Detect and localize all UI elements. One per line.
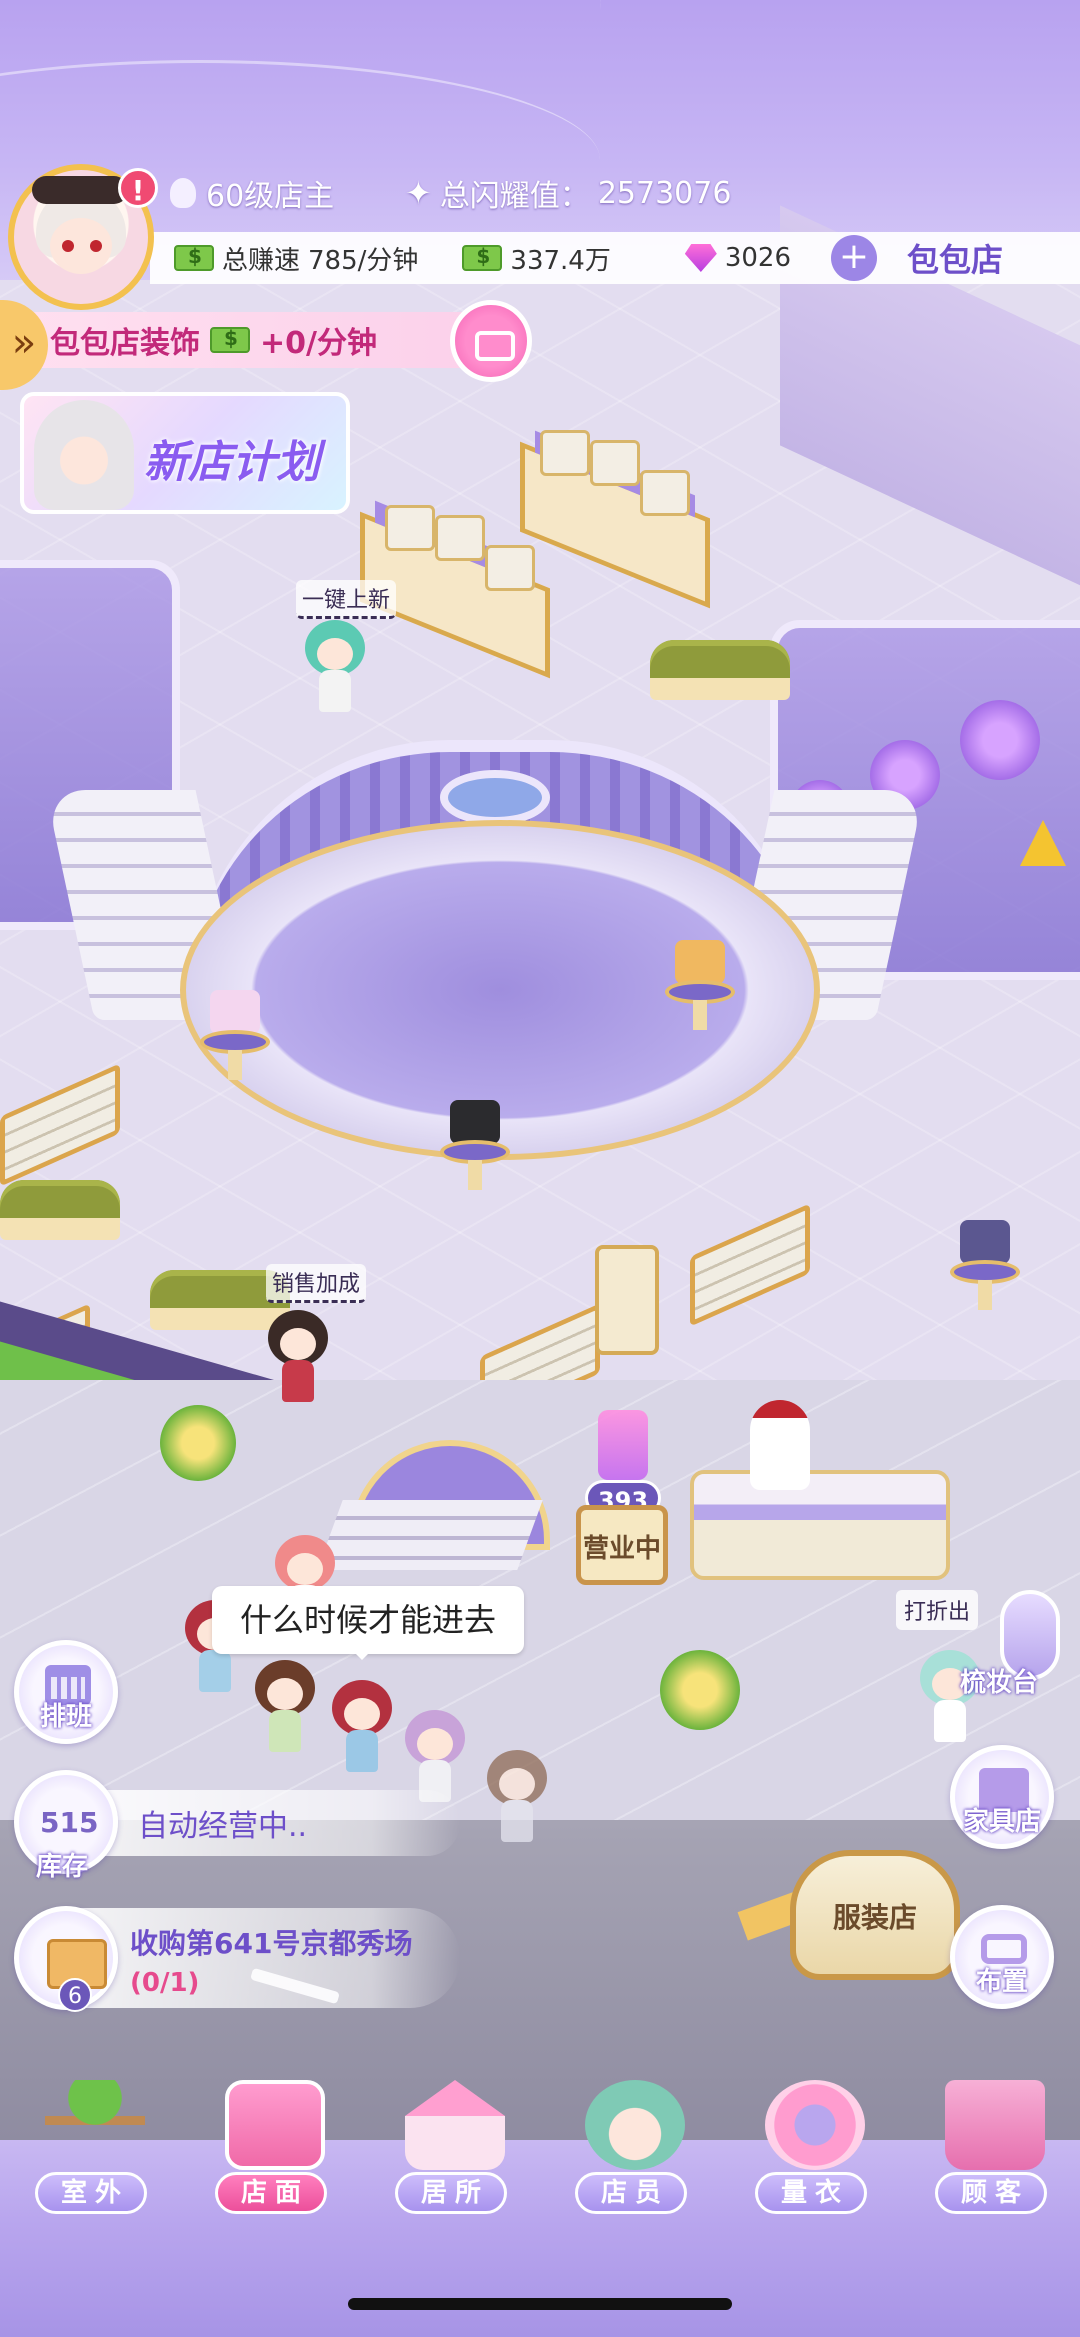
decoration-bonus: +0/分钟 [260, 326, 377, 361]
player-level: 60级店主 [170, 170, 334, 216]
bag-item [210, 990, 260, 1034]
bag-pedestal[interactable] [200, 990, 270, 1080]
new-shop-plan-banner[interactable]: 新店计划 [20, 392, 350, 514]
cash-icon [174, 244, 214, 271]
discount-label[interactable]: 打折出 [896, 1590, 979, 1630]
nav-staff-label: 店员 [575, 2172, 687, 2214]
fashion-store-sign[interactable]: 服装店 [790, 1850, 960, 1980]
nav-customers[interactable]: 顾客 [920, 2080, 1070, 2220]
bag-pedestal[interactable] [665, 940, 735, 1030]
restock-label[interactable]: 一键上新 [296, 580, 397, 619]
queue-icon [598, 1410, 648, 1480]
decoration-label: 包包店装饰 [50, 326, 200, 361]
arrange-label: 布置 [975, 1967, 1028, 1997]
checkout-counter[interactable] [690, 1470, 950, 1580]
decorate-sofa-button[interactable] [450, 300, 532, 382]
entrance-steps [317, 1500, 543, 1570]
bag-item [960, 1220, 1010, 1264]
acquire-progress: (0/1) [130, 1968, 200, 1998]
house-icon [405, 2080, 505, 2170]
nav-outdoor-label: 室外 [35, 2172, 147, 2214]
alert-badge[interactable]: ! [118, 168, 158, 208]
bush [160, 1405, 236, 1481]
bag-pedestal[interactable] [950, 1220, 1020, 1310]
event-title: 新店计划 [144, 437, 320, 488]
gem-balance[interactable]: 3026 [684, 243, 792, 273]
fashion-store-sign-text: 服装店 [832, 1901, 917, 1934]
shine-value: 2573076 [597, 175, 732, 211]
stock-label: 库存 [36, 1852, 89, 1882]
nav-outdoor[interactable]: 室外 [20, 2080, 170, 2220]
bag-item [435, 515, 485, 561]
dresser-label[interactable]: 梳妆台 [960, 1662, 1038, 1699]
nav-residence[interactable]: 居所 [380, 2080, 530, 2220]
furniture-store-label: 家具店 [962, 1807, 1041, 1837]
cash-balance[interactable]: 337.4万 [462, 240, 611, 277]
nav-staff[interactable]: 店员 [560, 2080, 710, 2220]
shopping-bag-icon [945, 2080, 1045, 2170]
acquire-title: 收购第641号京都秀场 [130, 1927, 413, 1960]
open-sign-text: 营业中 [582, 1534, 661, 1564]
nav-storefront[interactable]: 店面 [200, 2080, 350, 2220]
bag-item [675, 940, 725, 984]
planter[interactable] [650, 640, 790, 700]
storefront-icon [225, 2080, 325, 2170]
earn-rate: 总赚速 785/分钟 [174, 240, 418, 277]
acquire-badge: 6 [58, 1978, 92, 2012]
bag-item [385, 505, 435, 551]
open-sign[interactable]: 营业中 [576, 1505, 668, 1585]
schedule-button[interactable]: 排班 [14, 1640, 118, 1744]
schedule-label: 排班 [39, 1702, 92, 1732]
earn-rate-label: 总赚速 [222, 245, 301, 276]
shine-label: 总闪耀值： [439, 179, 590, 214]
bag-item [590, 440, 640, 486]
bag-item [450, 1100, 500, 1144]
nav-measure-label: 量衣 [755, 2172, 867, 2214]
gem-icon [684, 244, 717, 272]
bag-item [640, 470, 690, 516]
home-indicator[interactable] [348, 2298, 732, 2310]
staff-avatar-icon [585, 2080, 685, 2170]
planter[interactable] [0, 1180, 120, 1240]
add-currency-button[interactable]: + [831, 235, 878, 281]
auto-status-text: 自动经营中.. [138, 1809, 308, 1844]
nav-measure[interactable]: 量衣 [740, 2080, 890, 2220]
cash-value: 337.4万 [510, 245, 611, 276]
flower-decor [960, 700, 1040, 780]
bush [660, 1650, 740, 1730]
nav-storefront-label: 店面 [215, 2172, 327, 2214]
shop-name[interactable]: 包包店 [907, 235, 1003, 281]
total-shine: ✦ 总闪耀值： 2573076 [405, 170, 731, 216]
bag-pedestal[interactable] [440, 1100, 510, 1190]
bag-item [485, 545, 535, 591]
level-icon [170, 178, 196, 208]
gem-value: 3026 [724, 243, 792, 273]
player-level-text: 60级店主 [206, 179, 335, 214]
arrange-button[interactable]: 布置 [950, 1905, 1054, 2009]
cash-icon [210, 326, 250, 353]
water-dispenser[interactable] [595, 1245, 659, 1355]
nav-customers-label: 顾客 [935, 2172, 1047, 2214]
event-character [34, 400, 134, 510]
earn-rate-value: 785/分钟 [308, 245, 419, 276]
resource-bar: 总赚速 785/分钟 337.4万 3026 + 包包店 [150, 232, 1080, 284]
decoration-bonus-bar[interactable]: 包包店装饰 +0/分钟 [0, 312, 510, 368]
stock-value: 515 [40, 1806, 99, 1839]
stage-window [440, 770, 550, 825]
sofa-icon [981, 1934, 1027, 1964]
measuring-tape-icon [765, 2080, 865, 2170]
sales-bonus-label[interactable]: 销售加成 [266, 1264, 367, 1303]
nav-residence-label: 居所 [395, 2172, 507, 2214]
bag-item [540, 430, 590, 476]
furniture-store-button[interactable]: 家具店 [950, 1745, 1054, 1849]
mascot-figure [750, 1400, 810, 1490]
sparkle-icon: ✦ [405, 174, 432, 212]
palm-tree-icon [45, 2080, 145, 2170]
customer-speech-bubble: 什么时候才能进去 [212, 1586, 524, 1660]
cash-icon [462, 244, 503, 271]
